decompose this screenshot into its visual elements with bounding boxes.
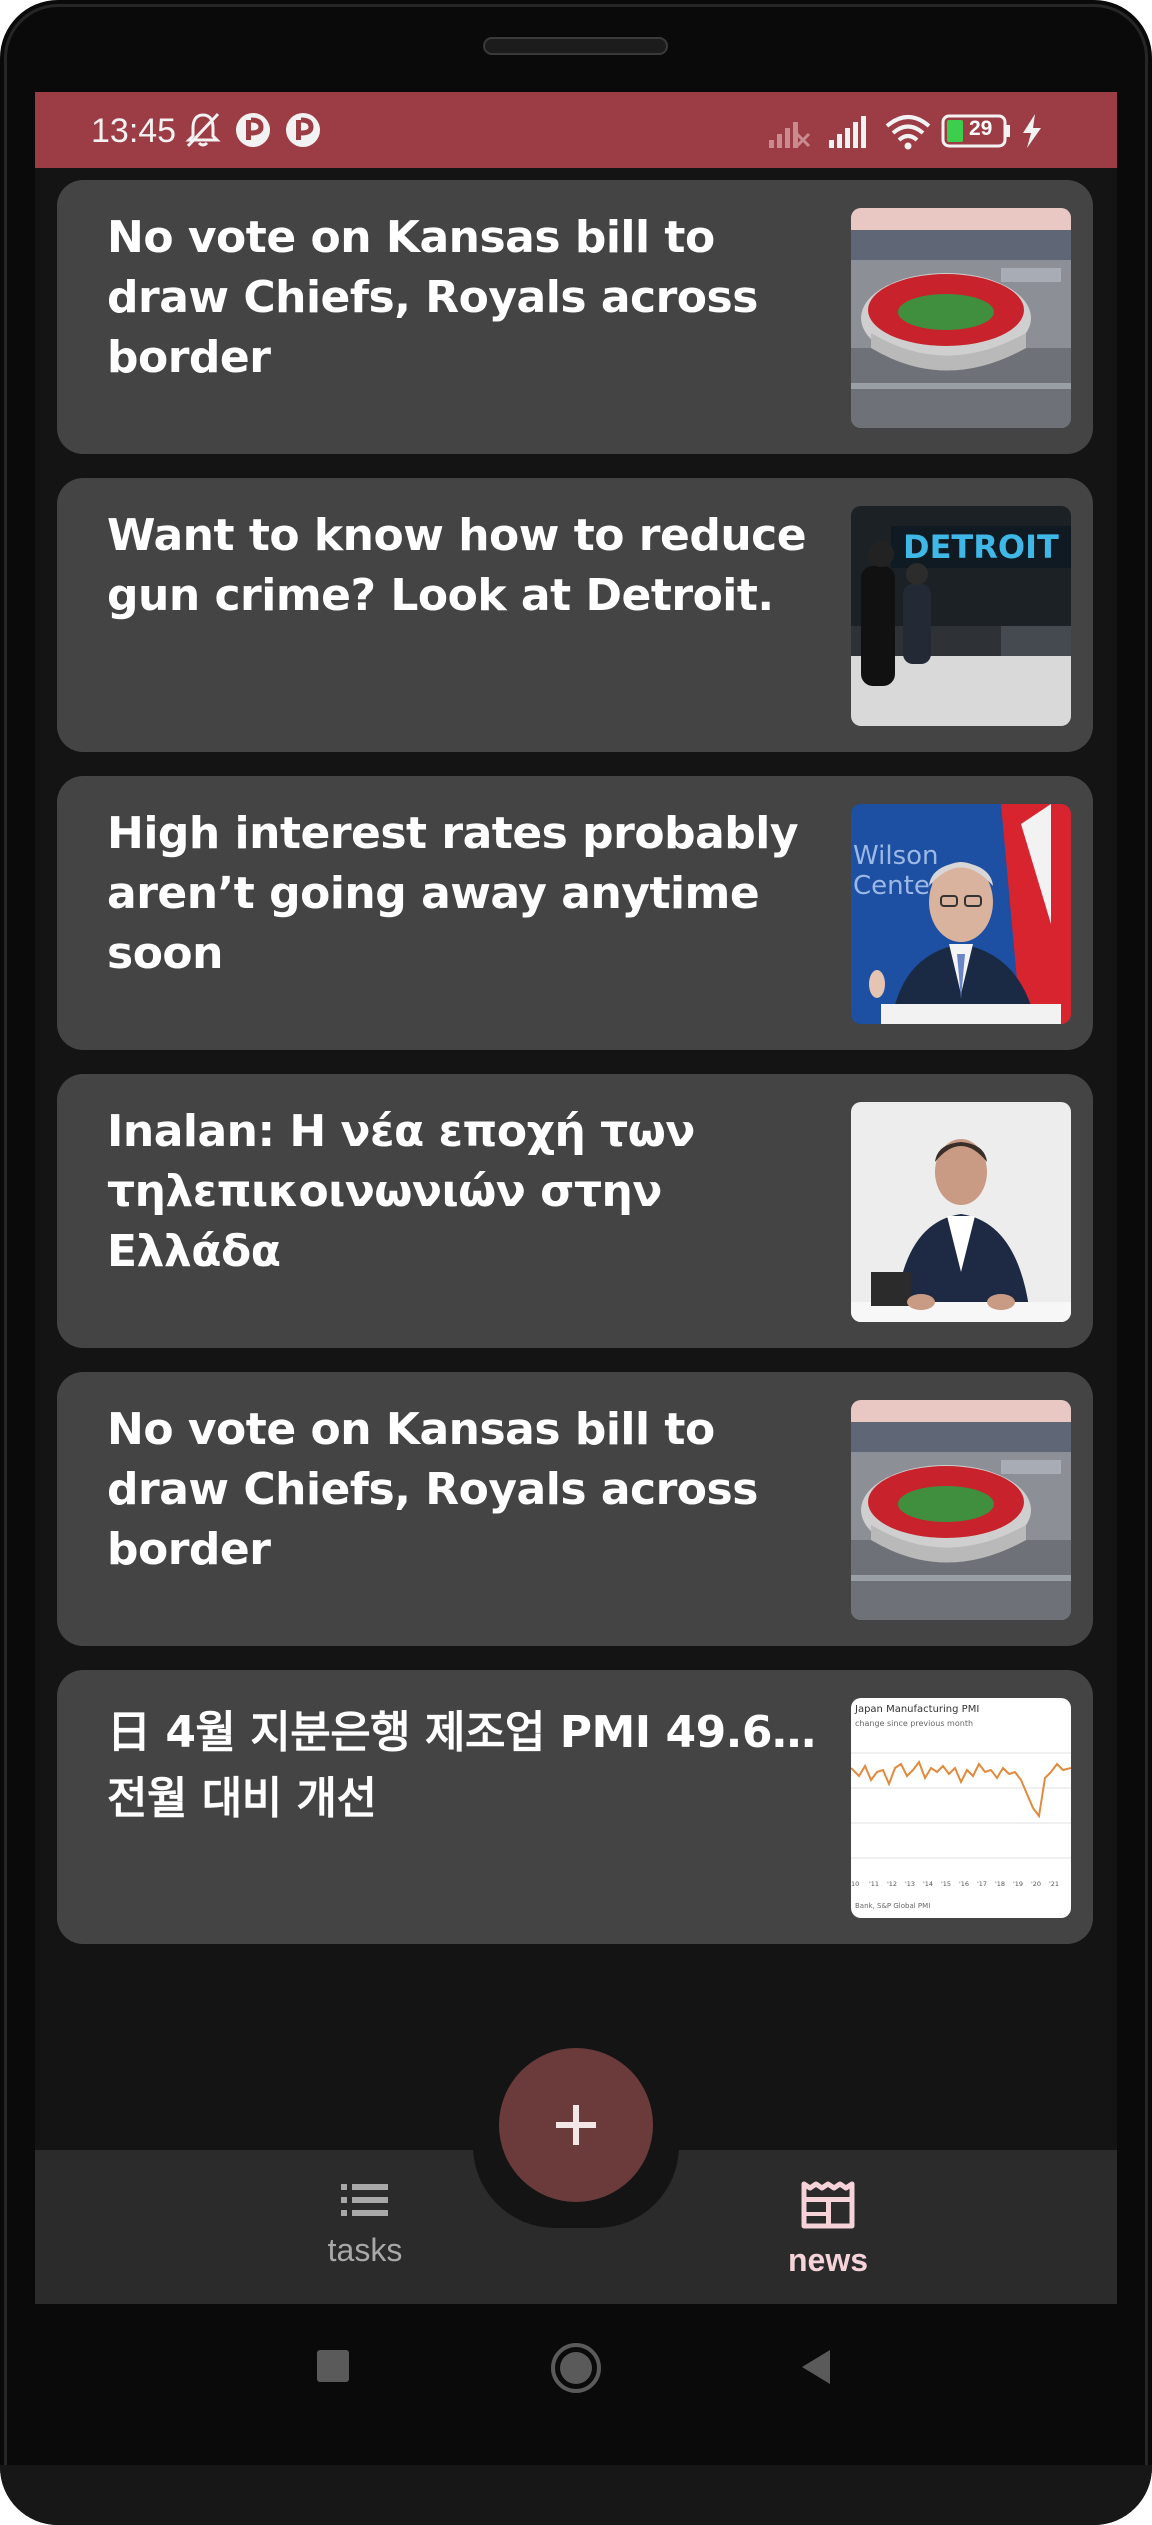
list-icon (341, 2184, 388, 2216)
signal-no-service-icon (769, 122, 811, 148)
thumb-x-tick: '16 (959, 1880, 969, 1888)
news-thumbnail (851, 208, 1071, 428)
earpiece-speaker (483, 37, 668, 55)
thumb-chart-title: Japan Manufacturing PMI (854, 1704, 979, 1715)
recents-icon (317, 2350, 349, 2382)
news-title: No vote on Kansas bill to draw Chiefs, R… (107, 212, 758, 383)
phone-frame: 13:45 29 No vote on Kansas bill to draw … (0, 0, 1152, 2525)
add-button[interactable] (499, 2048, 653, 2202)
nav-tasks-label: tasks (327, 2232, 403, 2268)
system-navigation-bar (0, 2304, 1152, 2429)
news-card[interactable]: 日 4월 지분은행 제조업 PMI 49.6…전월 대비 개선 Japan Ma… (57, 1670, 1093, 1944)
news-thumbnail: Wilson Center (851, 804, 1071, 1024)
app-notification-icon (233, 110, 273, 155)
news-title: 日 4월 지분은행 제조업 PMI 49.6…전월 대비 개선 (107, 1707, 816, 1824)
home-button[interactable] (550, 2342, 602, 2399)
status-right-icons: 29 (769, 108, 1069, 152)
speaker-at-podium-photo: Wilson Center (851, 804, 1071, 1024)
news-card[interactable]: No vote on Kansas bill to draw Chiefs, R… (57, 1372, 1093, 1646)
news-thumbnail (851, 1400, 1071, 1620)
svg-text:Center: Center (853, 871, 941, 901)
thumb-x-tick: 10 (851, 1880, 859, 1888)
thumb-x-tick: '18 (995, 1880, 1005, 1888)
news-card[interactable]: Want to know how to reduce gun crime? Lo… (57, 478, 1093, 752)
stadium-aerial-photo (851, 1400, 1071, 1620)
news-card[interactable]: No vote on Kansas bill to draw Chiefs, R… (57, 180, 1093, 454)
bell-off-icon (183, 110, 223, 155)
battery-level: 29 (969, 117, 993, 140)
news-list: No vote on Kansas bill to draw Chiefs, R… (57, 180, 1093, 1968)
signal-icon (829, 116, 866, 148)
thumb-x-tick: '21 (1049, 1880, 1059, 1888)
news-card[interactable]: High interest rates probably aren’t goin… (57, 776, 1093, 1050)
phone-chin (0, 2465, 1152, 2525)
detroit-street-photo: DETROIT (851, 506, 1071, 726)
status-bar: 13:45 29 (35, 92, 1117, 168)
thumb-x-tick: '11 (869, 1880, 879, 1888)
charging-icon (1023, 114, 1041, 148)
news-card[interactable]: Inalan: Η νέα εποχή των τηλεπικοινωνιών … (57, 1074, 1093, 1348)
thumb-x-tick: '20 (1031, 1880, 1041, 1888)
nav-news-label: news (787, 2242, 869, 2278)
news-title: Inalan: Η νέα εποχή των τηλεπικοινωνιών … (107, 1106, 695, 1277)
news-title: No vote on Kansas bill to draw Chiefs, R… (107, 1404, 758, 1575)
nav-news[interactable]: news (728, 2180, 928, 2290)
thumb-x-tick: '13 (905, 1880, 915, 1888)
recents-button[interactable] (315, 2348, 351, 2389)
thumb-x-tick: '15 (941, 1880, 951, 1888)
home-icon (551, 2343, 601, 2393)
executive-at-desk-photo (851, 1102, 1071, 1322)
svg-text:DETROIT: DETROIT (903, 528, 1059, 566)
thumb-x-tick: '17 (977, 1880, 987, 1888)
status-time: 13:45 (91, 112, 177, 150)
thumb-chart-subtitle: change since previous month (855, 1719, 973, 1728)
app-screen: 13:45 29 No vote on Kansas bill to draw … (35, 92, 1117, 2304)
pmi-line-chart: Japan Manufacturing PMI change since pre… (851, 1698, 1071, 1918)
thumb-x-tick: '14 (923, 1880, 933, 1888)
back-button[interactable] (798, 2348, 834, 2391)
news-thumbnail (851, 1102, 1071, 1322)
wifi-icon (885, 115, 931, 150)
news-thumbnail: Japan Manufacturing PMI change since pre… (851, 1698, 1071, 1918)
newspaper-icon (801, 2181, 855, 2229)
app-notification-icon (283, 110, 323, 155)
news-thumbnail: DETROIT (851, 506, 1071, 726)
nav-tasks[interactable]: tasks (265, 2180, 465, 2290)
thumb-x-tick: '19 (1013, 1880, 1023, 1888)
plus-icon (556, 2105, 596, 2145)
thumb-x-tick: '12 (887, 1880, 897, 1888)
news-title: High interest rates probably aren’t goin… (107, 808, 799, 979)
news-title: Want to know how to reduce gun crime? Lo… (107, 510, 807, 621)
back-icon (802, 2350, 830, 2384)
svg-text:Wilson: Wilson (853, 841, 939, 871)
thumb-chart-source: Bank, S&P Global PMI (855, 1902, 930, 1910)
stadium-aerial-photo (851, 208, 1071, 428)
